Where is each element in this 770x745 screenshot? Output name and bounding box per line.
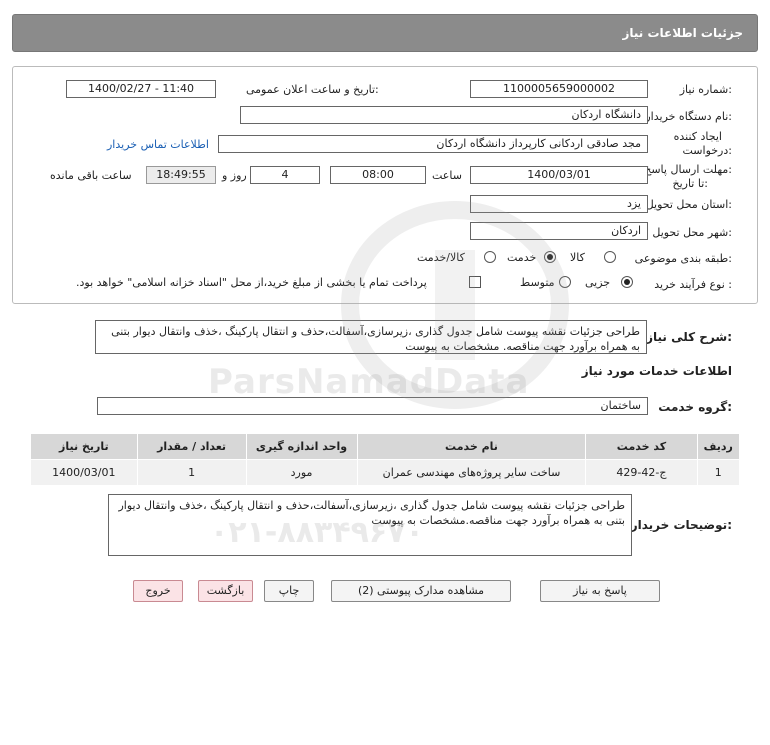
service-group-label: گروه خدمت: (658, 400, 732, 414)
buyer-org-field: دانشگاه اردکان (240, 106, 648, 124)
creator-field: مجد صادقی اردکانی کارپرداز دانشگاه اردکا… (218, 135, 648, 153)
col-quantity: تعداد / مقدار (136, 433, 247, 460)
table-header-row: تاریخ نیاز تعداد / مقدار واحد اندازه گیر… (30, 433, 740, 460)
buyer-org-label: نام دستگاه خریدار: (645, 110, 732, 123)
process-option-minor: جزیی (585, 276, 611, 289)
category-option-service: خدمت (507, 251, 537, 264)
category-option-goods: کالا (570, 251, 585, 264)
announce-label: تاریخ و ساعت اعلان عمومی: (246, 83, 379, 96)
province-label: استان محل تحویل: (645, 198, 732, 211)
category-label: طبقه بندی موضوعی: (634, 252, 732, 265)
deadline-label-1: مهلت ارسال پاسخ: (644, 163, 732, 176)
cell-row-number: 1 (696, 459, 740, 486)
deadline-date-field: 1400/03/01 (470, 166, 648, 184)
buyer-contact-link[interactable]: اطلاعات تماس خریدار (107, 138, 209, 151)
remaining-time-label: ساعت باقی مانده (50, 169, 132, 182)
watermark-brand: ParsNamadData (208, 362, 530, 402)
cell-unit: مورد (245, 459, 358, 486)
buyer-notes-label: توضیحات خریدار: (630, 518, 732, 532)
city-label: شهر محل تحویل: (652, 226, 732, 239)
cell-service-code: ج-42-429 (585, 459, 698, 486)
treasury-checkbox[interactable] (469, 276, 481, 288)
summary-label: شرح کلی نیاز: (646, 330, 732, 344)
buyer-notes-text: طراحی جزئیات نقشه پیوست شامل جدول گذاری … (108, 494, 632, 556)
col-service-code: کد خدمت (585, 433, 698, 460)
reply-button[interactable]: پاسخ به نیاز (540, 580, 660, 602)
need-number-label: شماره نیاز: (679, 83, 732, 96)
process-option-medium: متوسط (520, 276, 555, 289)
process-radio-minor[interactable] (621, 276, 633, 288)
summary-text: طراحی جزئیات نقشه پیوست شامل جدول گذاری … (95, 320, 647, 354)
payment-note: پرداخت تمام یا بخشی از مبلغ خرید،از محل … (76, 276, 427, 289)
cell-quantity: 1 (136, 459, 247, 486)
col-row-number: ردیف (696, 433, 740, 460)
deadline-label-2: تا تاریخ: (672, 177, 708, 190)
category-radio-service[interactable] (544, 251, 556, 263)
services-table: تاریخ نیاز تعداد / مقدار واحد اندازه گیر… (30, 433, 740, 486)
process-radio-medium[interactable] (559, 276, 571, 288)
info-panel (12, 66, 758, 304)
col-service-name: نام خدمت (356, 433, 587, 460)
cell-need-date: 1400/03/01 (30, 459, 138, 486)
cell-service-name: ساخت سایر پروژه‌های مهندسی عمران (356, 459, 587, 486)
col-need-date: تاریخ نیاز (30, 433, 138, 460)
announce-field: 1400/02/27 - 11:40 (66, 80, 216, 98)
back-button[interactable]: بازگشت (198, 580, 253, 602)
province-field: یزد (470, 195, 648, 213)
print-button[interactable]: چاپ (264, 580, 314, 602)
creator-label-1: ایجاد کننده (673, 130, 722, 143)
category-radio-goods-service[interactable] (484, 251, 496, 263)
services-title: اطلاعات خدمات مورد نیاز (581, 364, 732, 378)
deadline-time-label: ساعت (432, 169, 462, 182)
category-radio-goods[interactable] (604, 251, 616, 263)
deadline-time-field: 08:00 (330, 166, 426, 184)
process-label: نوع فرآیند خرید : (654, 278, 732, 291)
days-remaining-field: 4 (250, 166, 320, 184)
exit-button[interactable]: خروج (133, 580, 183, 602)
service-group-field: ساختمان (97, 397, 648, 415)
creator-label-2: درخواست: (682, 144, 733, 157)
days-label: روز و (222, 169, 247, 182)
need-number-field: 1100005659000002 (470, 80, 648, 98)
attachments-button[interactable]: مشاهده مدارک پیوستی (2) (331, 580, 511, 602)
col-unit: واحد اندازه گیری (245, 433, 358, 460)
table-row: 1400/03/01 1 مورد ساخت سایر پروژه‌های مه… (30, 459, 740, 486)
city-field: اردکان (470, 222, 648, 240)
category-option-goods-service: کالا/خدمت (417, 251, 465, 264)
page-header: جزئیات اطلاعات نیاز (12, 14, 758, 52)
page-title: جزئیات اطلاعات نیاز (622, 26, 743, 40)
remaining-time-field: 18:49:55 (146, 166, 216, 184)
